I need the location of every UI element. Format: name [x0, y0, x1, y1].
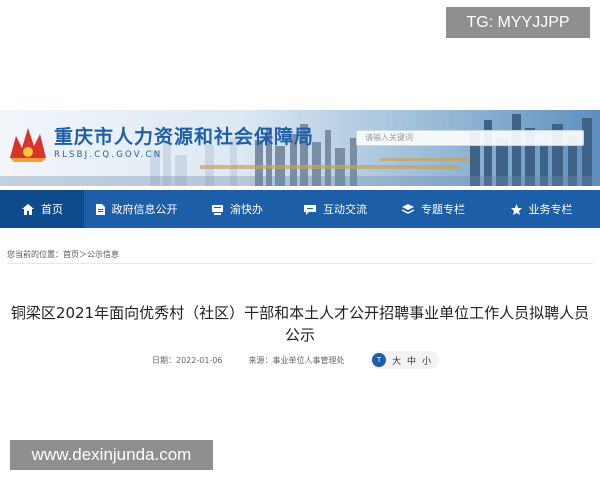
nav-item-home[interactable]: 首页 [0, 190, 84, 228]
bureau-logo [10, 128, 46, 162]
star-icon [510, 203, 522, 215]
font-size-medium[interactable]: 中 [407, 354, 416, 367]
chat-icon [304, 204, 316, 215]
nav-item-label: 政府信息公开 [111, 203, 178, 216]
nav-item-label: 渝快办 [230, 203, 263, 216]
service-icon [212, 204, 223, 215]
nav-item-label: 专题专栏 [421, 203, 465, 216]
article-source: 来源：事业单位人事管理处 [248, 356, 345, 365]
font-size-large[interactable]: 大 [392, 354, 401, 367]
document-icon [95, 203, 105, 215]
breadcrumb: 您当前的位置：首页＞公示信息 [7, 250, 119, 259]
article-date: 日期：2022-01-06 [152, 356, 223, 365]
nav-item-gov-info[interactable]: 政府信息公开 [84, 190, 188, 228]
home-icon [22, 203, 34, 215]
article-title: 铜梁区2021年面向优秀村（社区）干部和本土人才公开招聘事业单位工作人员拟聘人员… [10, 304, 590, 344]
site-title: 重庆市人力资源和社会保障局 [54, 126, 315, 148]
font-size-control: T 大 中 小 [370, 351, 440, 369]
divider [7, 263, 593, 264]
site-url: RLSBJ.CQ.GOV.CN [54, 150, 163, 160]
nav-item-yukuaiban[interactable]: 渝快办 [188, 190, 286, 228]
nav-item-label: 业务专栏 [528, 203, 573, 216]
layers-icon [401, 203, 415, 214]
main-nav: 首页 政府信息公开 渝快办 互动交流 专题专栏 业务专栏 [0, 190, 600, 228]
nav-item-business[interactable]: 业务专栏 [482, 190, 600, 228]
search-input[interactable]: 请输入关键词 [356, 130, 584, 146]
font-size-small[interactable]: 小 [422, 354, 431, 367]
watermark-top: TG: MYYJJPP [446, 7, 590, 38]
nav-item-label: 互动交流 [323, 203, 367, 216]
font-size-icon: T [372, 353, 386, 367]
header-banner: 重庆市人力资源和社会保障局 RLSBJ.CQ.GOV.CN 请输入关键词 [0, 110, 600, 186]
article-meta: 日期：2022-01-06 来源：事业单位人事管理处 [152, 355, 345, 366]
nav-item-interaction[interactable]: 互动交流 [286, 190, 384, 228]
nav-item-special-topics[interactable]: 专题专栏 [384, 190, 482, 228]
watermark-bottom: www.dexinjunda.com [10, 440, 213, 470]
nav-item-label: 首页 [41, 203, 63, 216]
